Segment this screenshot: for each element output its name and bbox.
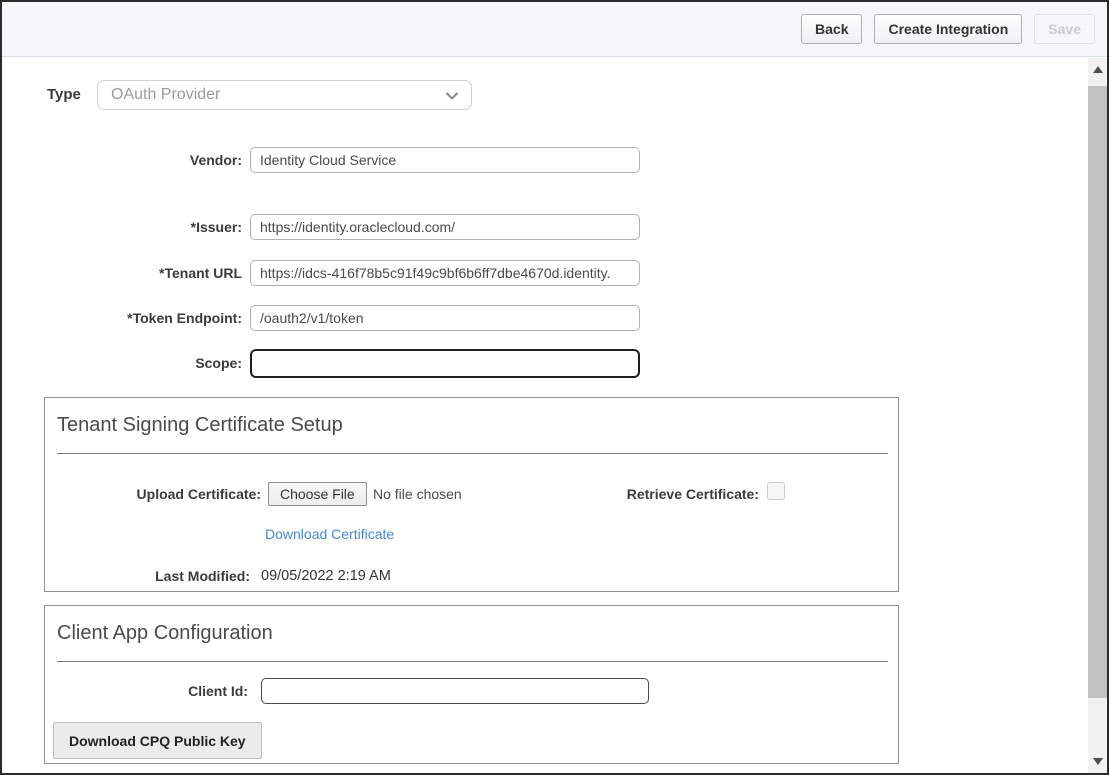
vendor-input[interactable]: [250, 147, 640, 173]
token-endpoint-label: *Token Endpoint:: [127, 310, 242, 326]
client-section-title: Client App Configuration: [57, 622, 273, 644]
retrieve-certificate-checkbox[interactable]: [767, 482, 785, 500]
scope-input[interactable]: [250, 349, 640, 378]
issuer-label: *Issuer:: [190, 219, 242, 235]
type-label: Type: [47, 86, 81, 103]
tenant-url-input[interactable]: [250, 260, 640, 286]
section-divider: [57, 453, 888, 454]
token-endpoint-input[interactable]: [250, 305, 640, 331]
scope-label: Scope:: [195, 355, 242, 371]
save-button[interactable]: Save: [1034, 14, 1095, 44]
section-divider: [57, 661, 888, 662]
last-modified-label: Last Modified:: [155, 568, 250, 584]
scrollbar-thumb[interactable]: [1088, 86, 1107, 698]
client-app-configuration-section: Client App Configuration Client Id: Down…: [44, 605, 899, 764]
chevron-down-icon: [444, 88, 460, 109]
scroll-down-button[interactable]: [1088, 753, 1107, 770]
create-integration-button[interactable]: Create Integration: [874, 14, 1023, 44]
certificate-section-title: Tenant Signing Certificate Setup: [57, 414, 343, 436]
scroll-up-icon: [1092, 66, 1103, 73]
choose-file-button[interactable]: Choose File: [268, 482, 367, 506]
download-certificate-link[interactable]: Download Certificate: [265, 526, 394, 542]
client-id-label: Client Id:: [188, 683, 248, 699]
type-select[interactable]: OAuth Provider: [97, 80, 472, 110]
vendor-label: Vendor:: [189, 152, 242, 168]
tenant-signing-certificate-section: Tenant Signing Certificate Setup Upload …: [44, 397, 899, 592]
retrieve-certificate-label: Retrieve Certificate:: [626, 486, 759, 502]
upload-certificate-label: Upload Certificate:: [136, 486, 261, 502]
last-modified-value: 09/05/2022 2:19 AM: [261, 568, 391, 584]
type-select-value: OAuth Provider: [111, 86, 221, 103]
back-button[interactable]: Back: [801, 14, 863, 44]
vertical-scrollbar[interactable]: [1088, 58, 1107, 773]
integration-editor-window: Back Create Integration Save Type OAuth …: [0, 0, 1109, 775]
issuer-input[interactable]: [250, 214, 640, 240]
scroll-up-button[interactable]: [1088, 61, 1107, 78]
file-status-text: No file chosen: [373, 486, 462, 502]
download-cpq-public-key-button[interactable]: Download CPQ Public Key: [53, 722, 262, 759]
client-id-input[interactable]: [261, 678, 649, 704]
scroll-down-icon: [1092, 758, 1103, 765]
toolbar: Back Create Integration Save: [2, 2, 1107, 57]
tenant-url-label: *Tenant URL: [159, 265, 242, 281]
